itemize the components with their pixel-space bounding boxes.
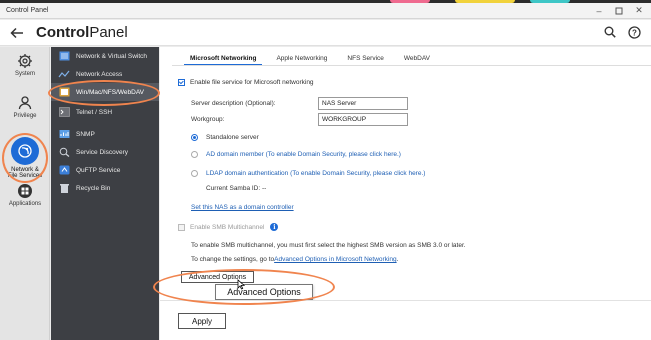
enable-file-service-checkbox[interactable]: [178, 79, 185, 86]
win-mac-icon: [56, 86, 72, 98]
nav-network-file-services[interactable]: Network & File Services: [0, 137, 50, 179]
subnav-recycle-bin[interactable]: Recycle Bin: [51, 179, 159, 197]
nav-privilege[interactable]: Privilege: [0, 95, 50, 119]
minimize-button[interactable]: –: [591, 4, 607, 18]
recycle-bin-icon: [56, 182, 72, 194]
ldap-option[interactable]: LDAP domain authentication (To enable Do…: [191, 170, 425, 177]
globe-icon: [11, 137, 39, 165]
enable-file-service-row[interactable]: Enable file service for Microsoft networ…: [178, 79, 314, 86]
cursor-icon: [237, 279, 245, 290]
users-icon: [17, 95, 33, 111]
service-discovery-icon: [56, 146, 72, 158]
network-access-icon: [56, 68, 72, 80]
category-nav: System Privilege Network & File Services…: [0, 47, 50, 340]
main-panel: Microsoft Networking Apple Networking NF…: [160, 47, 651, 340]
subnav-network-virtual-switch[interactable]: Network & Virtual Switch: [51, 47, 159, 65]
server-description-row: Server description (Optional): NAS Serve…: [191, 97, 408, 110]
apply-button[interactable]: Apply: [178, 313, 226, 329]
ftp-icon: [56, 164, 72, 176]
close-button[interactable]: ✕: [631, 4, 647, 18]
ldap-radio[interactable]: [191, 170, 198, 177]
snmp-icon: [56, 128, 72, 140]
back-arrow-icon[interactable]: [0, 27, 28, 39]
subnav-win-mac-nfs-webdav[interactable]: Win/Mac/NFS/WebDAV: [51, 83, 159, 101]
apps-icon: [17, 183, 33, 199]
window-titlebar: Control Panel – ✕: [0, 3, 651, 19]
advanced-options-link[interactable]: Advanced Options in Microsoft Networking: [274, 256, 396, 263]
subnav-service-discovery[interactable]: Service Discovery: [51, 143, 159, 161]
nav-applications[interactable]: Applications: [0, 183, 50, 207]
subnav-telnet-ssh[interactable]: Telnet / SSH: [51, 103, 159, 121]
smb-multichannel-row[interactable]: Enable SMB Multichannel i: [178, 223, 279, 231]
advanced-options-callout: Advanced Options: [215, 284, 313, 300]
maximize-icon: [615, 7, 623, 14]
sub-nav: Network & Virtual Switch Network Access …: [51, 47, 159, 340]
set-domain-controller-link[interactable]: Set this NAS as a domain controller: [191, 204, 294, 211]
subnav-network-access[interactable]: Network Access: [51, 65, 159, 83]
samba-id-text: Current Samba ID: --: [206, 185, 267, 192]
maximize-button[interactable]: [611, 4, 627, 18]
info-icon[interactable]: i: [270, 223, 279, 231]
subnav-snmp[interactable]: SNMP: [51, 125, 159, 143]
ad-domain-member-option[interactable]: AD domain member (To enable Domain Secur…: [191, 151, 401, 158]
svg-text:?: ?: [632, 28, 637, 37]
standalone-server-option[interactable]: Standalone server: [191, 134, 259, 141]
standalone-radio[interactable]: [191, 134, 198, 141]
app-title: ControlPanel: [36, 24, 128, 41]
ad-domain-radio[interactable]: [191, 151, 198, 158]
smb-note-text: To enable SMB multichannel, you must fir…: [191, 242, 466, 249]
window-title: Control Panel: [6, 7, 49, 14]
gear-icon: [17, 53, 33, 69]
tab-apple-networking[interactable]: Apple Networking: [266, 53, 337, 65]
app-header: ControlPanel ?: [0, 20, 651, 46]
workgroup-row: Workgroup: WORKGROUP: [191, 113, 408, 126]
network-switch-icon: [56, 50, 72, 62]
server-description-input[interactable]: NAS Server: [318, 97, 408, 110]
tab-webdav[interactable]: WebDAV: [394, 53, 440, 65]
footer-bar: Apply: [160, 300, 651, 340]
terminal-icon: [56, 106, 72, 118]
help-icon[interactable]: ?: [627, 25, 641, 39]
tab-microsoft-networking[interactable]: Microsoft Networking: [180, 53, 266, 66]
subnav-quftp-service[interactable]: QuFTP Service: [51, 161, 159, 179]
search-icon[interactable]: [603, 25, 617, 39]
change-settings-text: To change the settings, go to Advanced O…: [191, 256, 399, 263]
tab-divider: [172, 65, 651, 66]
nav-system[interactable]: System: [0, 53, 50, 77]
tab-nfs-service[interactable]: NFS Service: [337, 53, 393, 65]
smb-multichannel-checkbox[interactable]: [178, 223, 185, 231]
tab-bar: Microsoft Networking Apple Networking NF…: [180, 53, 440, 66]
workgroup-input[interactable]: WORKGROUP: [318, 113, 408, 126]
